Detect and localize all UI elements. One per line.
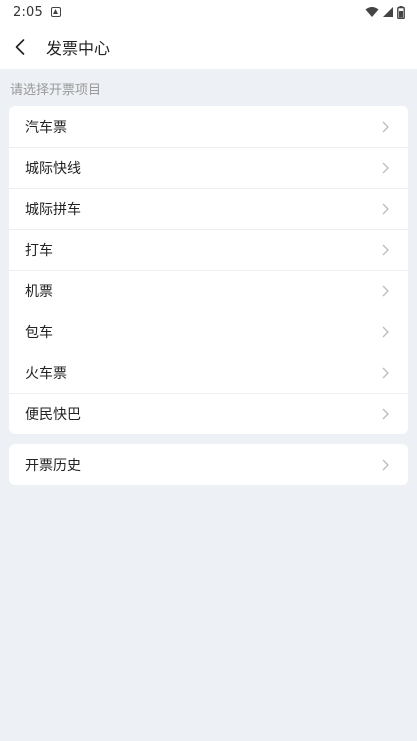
- invoice-item-intercity-express[interactable]: 城际快线: [9, 147, 408, 188]
- status-time: 2:05: [13, 4, 43, 20]
- chevron-right-icon: [382, 367, 392, 379]
- chevron-right-icon: [382, 244, 392, 256]
- invoice-item-train[interactable]: 火车票: [9, 352, 408, 393]
- notification-icon: [51, 7, 61, 17]
- battery-icon: [397, 5, 405, 19]
- chevron-right-icon: [382, 326, 392, 338]
- invoice-history-item[interactable]: 开票历史: [9, 444, 408, 485]
- list-item-label: 城际拼车: [25, 201, 81, 218]
- chevron-right-icon: [382, 121, 392, 133]
- invoice-item-taxi[interactable]: 打车: [9, 229, 408, 270]
- history-card: 开票历史: [9, 444, 408, 485]
- chevron-right-icon: [382, 162, 392, 174]
- invoice-item-community-shuttle[interactable]: 便民快巴: [9, 393, 408, 434]
- back-button[interactable]: [0, 24, 40, 69]
- page-title: 发票中心: [46, 38, 111, 58]
- list-item-label: 开票历史: [25, 457, 81, 474]
- list-item-label: 机票: [25, 283, 53, 300]
- signal-icon: [383, 7, 393, 17]
- chevron-right-icon: [382, 459, 392, 471]
- list-item-label: 汽车票: [25, 119, 67, 136]
- list-item-label: 火车票: [25, 365, 67, 382]
- chevron-left-icon: [15, 38, 25, 55]
- invoice-item-charter[interactable]: 包车: [9, 311, 408, 352]
- chevron-right-icon: [382, 203, 392, 215]
- list-item-label: 包车: [25, 324, 53, 341]
- wifi-icon: [365, 7, 379, 17]
- status-bar: 2:05: [0, 0, 417, 24]
- list-item-label: 便民快巴: [25, 406, 81, 423]
- invoice-item-bus-ticket[interactable]: 汽车票: [9, 106, 408, 147]
- section-hint: 请选择开票项目: [10, 83, 102, 98]
- invoice-items-card: 汽车票 城际快线 城际拼车 打车 机票 包车 火车票 便民快巴: [9, 106, 408, 434]
- chevron-right-icon: [382, 408, 392, 420]
- status-icons: [365, 5, 405, 19]
- list-item-label: 打车: [25, 242, 53, 259]
- app-header: 发票中心: [0, 24, 417, 69]
- chevron-right-icon: [382, 285, 392, 297]
- invoice-item-intercity-carpool[interactable]: 城际拼车: [9, 188, 408, 229]
- list-item-label: 城际快线: [25, 160, 81, 177]
- invoice-item-flight[interactable]: 机票: [9, 270, 408, 311]
